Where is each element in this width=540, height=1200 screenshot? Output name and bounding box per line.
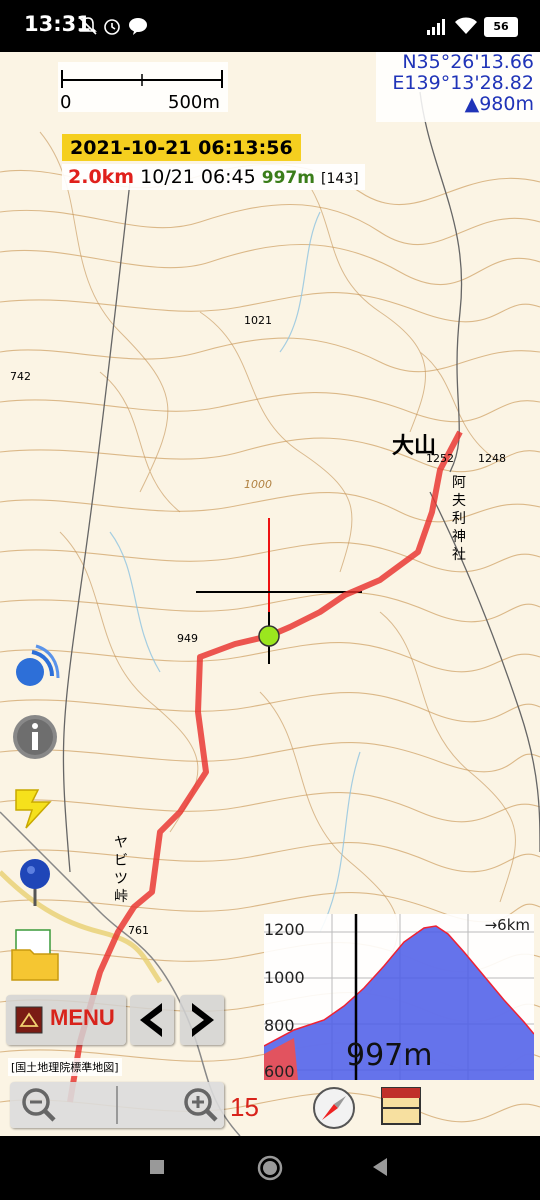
shrine-name: 阿夫利神社 (452, 475, 466, 563)
elev-tick: 1000 (264, 968, 305, 987)
status-bar: 13:31 56 (0, 0, 540, 52)
track-datetime: 2021-10-21 06:13:56 (62, 134, 301, 161)
battery-indicator: 56 (484, 17, 518, 37)
elevation-label: 1021 (244, 314, 272, 327)
notifications-off-icon (79, 17, 97, 35)
wifi-icon (455, 17, 477, 34)
lightning-icon[interactable] (10, 782, 60, 832)
pass-name: ヤビツ峠 (114, 835, 128, 905)
altitude: ▲980m (464, 93, 534, 115)
back-nav-icon[interactable] (370, 1156, 390, 1178)
forward-button[interactable] (180, 995, 224, 1045)
coordinate-readout: N35°26'13.66 E139°13'28.82 ▲980m (376, 52, 540, 122)
elevation-chart[interactable]: 1200 1000 800 600 →6km 997m (263, 914, 535, 1081)
home-icon[interactable] (256, 1154, 284, 1182)
longitude: E139°13'28.82 (392, 72, 534, 94)
chevron-right-icon (192, 1003, 214, 1037)
elev-tick: 600 (264, 1062, 295, 1081)
scale-bar: 0 500m (58, 62, 228, 113)
zoom-out-button[interactable] (10, 1082, 116, 1128)
scale-ruler-icon (61, 70, 223, 88)
map-source-label: [国土地理院標準地図] (8, 1058, 122, 1076)
track-point-count: [143] (321, 171, 359, 187)
folder-icon[interactable] (10, 926, 60, 982)
alarm-icon (104, 19, 120, 35)
info-icon[interactable] (10, 712, 60, 762)
menu-label: MENU (50, 1005, 115, 1030)
recent-apps-icon[interactable] (148, 1158, 166, 1176)
zoom-out-icon (22, 1088, 56, 1122)
elev-tick: 1200 (264, 920, 305, 939)
zoom-control (10, 1082, 224, 1128)
elev-tick: 800 (264, 1016, 295, 1035)
menu-button[interactable]: MENU (6, 995, 126, 1045)
compass-button[interactable] (312, 1086, 356, 1130)
elev-current-altitude: 997m (346, 1038, 433, 1073)
elevation-label: 949 (177, 632, 198, 645)
pin-icon[interactable] (10, 856, 60, 906)
scale-start-label: 0 (60, 92, 72, 113)
menu-book-icon (15, 1006, 43, 1034)
contour-label: 1000 (244, 478, 272, 491)
signal-icon (427, 19, 445, 35)
track-distance: 2.0km (68, 166, 135, 188)
scale-end-label: 500m (168, 92, 220, 113)
track-altitude: 997m (261, 168, 315, 188)
latitude: N35°26'13.66 (402, 52, 534, 73)
zoom-level: 15 (230, 1092, 259, 1122)
elevation-label: 1252 (426, 452, 454, 465)
elevation-label: 1248 (478, 452, 506, 465)
back-button[interactable] (130, 995, 174, 1045)
zoom-in-icon (184, 1088, 218, 1122)
layer-button[interactable] (380, 1086, 422, 1126)
layers-icon (381, 1087, 421, 1125)
track-info: 2.0km 10/21 06:45 997m [143] (62, 164, 365, 190)
track-time: 10/21 06:45 (140, 166, 256, 188)
elevation-label: 742 (10, 370, 31, 383)
elev-distance-label: →6km (484, 916, 530, 934)
map-view[interactable]: 0 500m N35°26'13.66 E139°13'28.82 ▲980m … (0, 52, 540, 1136)
chevron-left-icon (140, 1003, 162, 1037)
elevation-label: 761 (128, 924, 149, 937)
zoom-in-button[interactable] (118, 1082, 224, 1128)
navigation-bar (0, 1136, 540, 1200)
compass-icon (313, 1087, 355, 1129)
gps-signal-icon[interactable] (10, 642, 60, 692)
line-app-icon (129, 18, 147, 35)
